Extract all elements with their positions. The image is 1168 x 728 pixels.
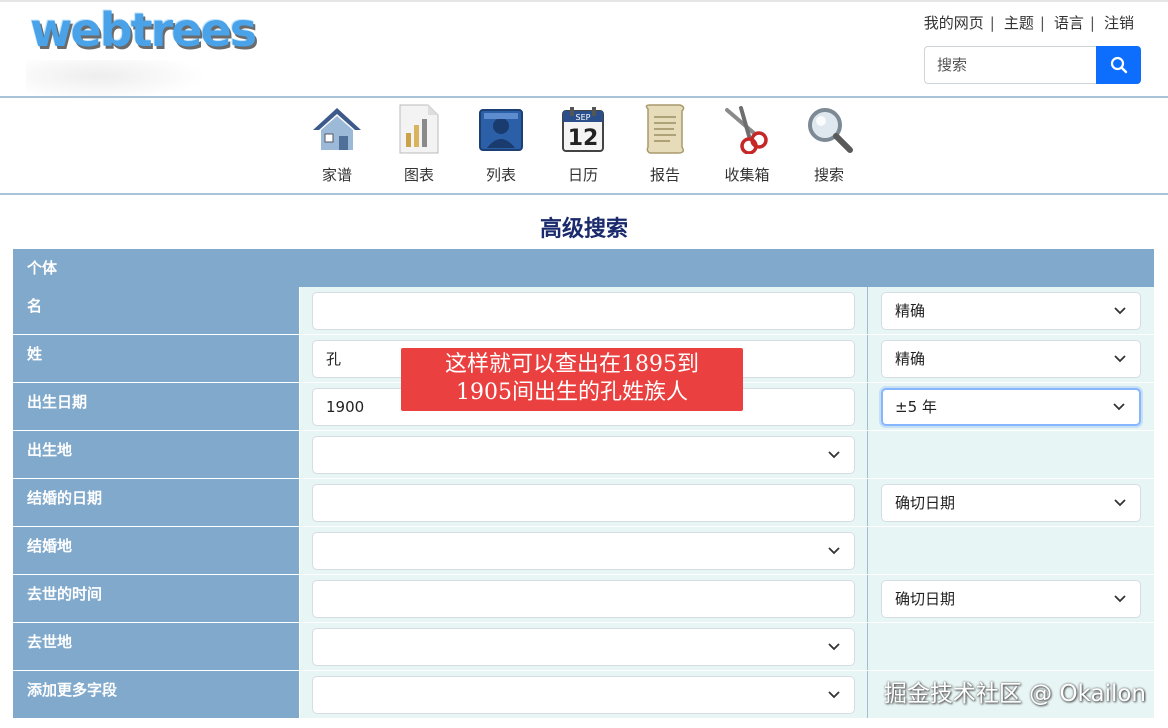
nav-search[interactable]: 搜索 <box>788 102 870 185</box>
row-label: 姓 <box>13 335 299 382</box>
nav-label: 报告 <box>649 166 680 184</box>
nav-label: 收集箱 <box>724 166 770 184</box>
menu-theme[interactable]: 主题 <box>1004 12 1034 33</box>
search-button[interactable] <box>1096 46 1141 84</box>
nav-label: 日历 <box>567 166 598 184</box>
marriage-date-range-select[interactable]: 确切日期 <box>881 484 1141 522</box>
add-field-select[interactable] <box>312 676 855 714</box>
menu-language[interactable]: 语言 <box>1054 12 1084 33</box>
nav-tree[interactable]: 家谱 <box>296 102 378 185</box>
death-place-select[interactable] <box>312 628 855 666</box>
chevron-down-icon <box>1114 293 1126 329</box>
logo-decoration <box>26 60 206 100</box>
surname-match-select[interactable]: 精确 <box>881 340 1141 378</box>
webtrees-logo[interactable]: webtrees <box>30 4 270 56</box>
row-label: 结婚的日期 <box>13 479 299 526</box>
menu-separator: | <box>1089 13 1095 32</box>
nav-charts[interactable]: 图表 <box>378 102 460 185</box>
annotation-callout: 这样就可以查出在1895到 1905间出生的孔姓族人 <box>401 348 743 411</box>
empty-cell <box>868 431 1154 478</box>
given-name-input[interactable] <box>312 292 855 330</box>
chevron-down-icon <box>1114 341 1126 377</box>
menu-separator: | <box>1039 13 1045 32</box>
nav-reports[interactable]: 报告 <box>624 102 706 185</box>
list-icon <box>474 102 528 156</box>
magnifier-icon <box>802 102 856 156</box>
top-border <box>0 0 1168 2</box>
row-label: 结婚地 <box>13 527 299 574</box>
row-label: 去世地 <box>13 623 299 670</box>
form-row-birth-place: 出生地 <box>13 431 1154 479</box>
nav-label: 列表 <box>485 166 516 184</box>
nav-label: 家谱 <box>321 166 352 184</box>
chevron-down-icon <box>828 677 840 713</box>
annotation-line-2: 1905间出生的孔姓族人 <box>456 380 688 405</box>
form-row-marriage-date: 结婚的日期 确切日期 <box>13 479 1154 527</box>
annotation-line-1: 这样就可以查出在1895到 <box>445 352 699 377</box>
report-scroll-icon <box>638 102 692 156</box>
form-row-given-name: 名 精确 <box>13 287 1154 335</box>
select-value: 精确 <box>895 350 926 368</box>
menu-separator: | <box>989 13 995 32</box>
chevron-down-icon <box>1113 390 1125 424</box>
header-menu: 我的网页 | 主题 | 语言 | 注销 <box>924 12 1134 33</box>
row-label: 去世的时间 <box>13 575 299 622</box>
select-value: 精确 <box>895 302 926 320</box>
nav-lists[interactable]: 列表 <box>460 102 542 185</box>
menu-my-page[interactable]: 我的网页 <box>924 12 984 33</box>
birth-place-select[interactable] <box>312 436 855 474</box>
select-value: 确切日期 <box>895 494 956 512</box>
scissors-icon <box>720 102 774 156</box>
death-date-range-select[interactable]: 确切日期 <box>881 580 1141 618</box>
calendar-day: 12 <box>568 126 599 151</box>
row-label: 添加更多字段 <box>13 671 299 718</box>
house-icon <box>310 102 364 156</box>
chart-icon <box>392 102 446 156</box>
chevron-down-icon <box>1114 485 1126 521</box>
select-value: 确切日期 <box>895 590 956 608</box>
search-input[interactable] <box>924 46 1096 84</box>
calendar-icon: SEP 12 <box>556 102 610 156</box>
watermark: 掘金技术社区 @ Okailon <box>883 681 1146 707</box>
nav-label: 图表 <box>403 166 434 184</box>
form-row-death-date: 去世的时间 确切日期 <box>13 575 1154 623</box>
row-label: 名 <box>13 287 299 334</box>
row-label: 出生日期 <box>13 383 299 430</box>
chevron-down-icon <box>828 533 840 569</box>
given-name-match-select[interactable]: 精确 <box>881 292 1141 330</box>
chevron-down-icon <box>828 437 840 473</box>
calendar-month: SEP <box>576 113 591 122</box>
marriage-date-input[interactable] <box>312 484 855 522</box>
chevron-down-icon <box>1114 581 1126 617</box>
page-title: 高级搜索 <box>539 217 628 242</box>
form-row-marriage-place: 结婚地 <box>13 527 1154 575</box>
marriage-place-select[interactable] <box>312 532 855 570</box>
empty-cell <box>868 623 1154 670</box>
nav-clippings[interactable]: 收集箱 <box>706 102 788 185</box>
search-icon <box>1110 56 1127 74</box>
section-header: 个体 <box>13 249 1154 287</box>
logo-text: webtrees <box>30 3 257 57</box>
nav-calendar[interactable]: SEP 12 日历 <box>542 102 624 185</box>
main-nav: 家谱 图表 列表 SEP 12 日历 报告 收集箱 搜索 <box>296 102 870 185</box>
advanced-search-form: 个体 名 精确 姓 孔 精确 出生日期 1900 ±5 年 出生地 结婚的日期 … <box>13 249 1154 719</box>
empty-cell <box>868 527 1154 574</box>
menu-logout[interactable]: 注销 <box>1104 12 1134 33</box>
chevron-down-icon <box>828 629 840 665</box>
header-divider <box>0 96 1168 98</box>
select-value: ±5 年 <box>895 398 937 416</box>
nav-label: 搜索 <box>813 166 844 184</box>
form-row-death-place: 去世地 <box>13 623 1154 671</box>
death-date-input[interactable] <box>312 580 855 618</box>
row-label: 出生地 <box>13 431 299 478</box>
header-search <box>924 46 1141 84</box>
birth-date-range-select[interactable]: ±5 年 <box>881 388 1141 426</box>
nav-divider <box>0 193 1168 195</box>
